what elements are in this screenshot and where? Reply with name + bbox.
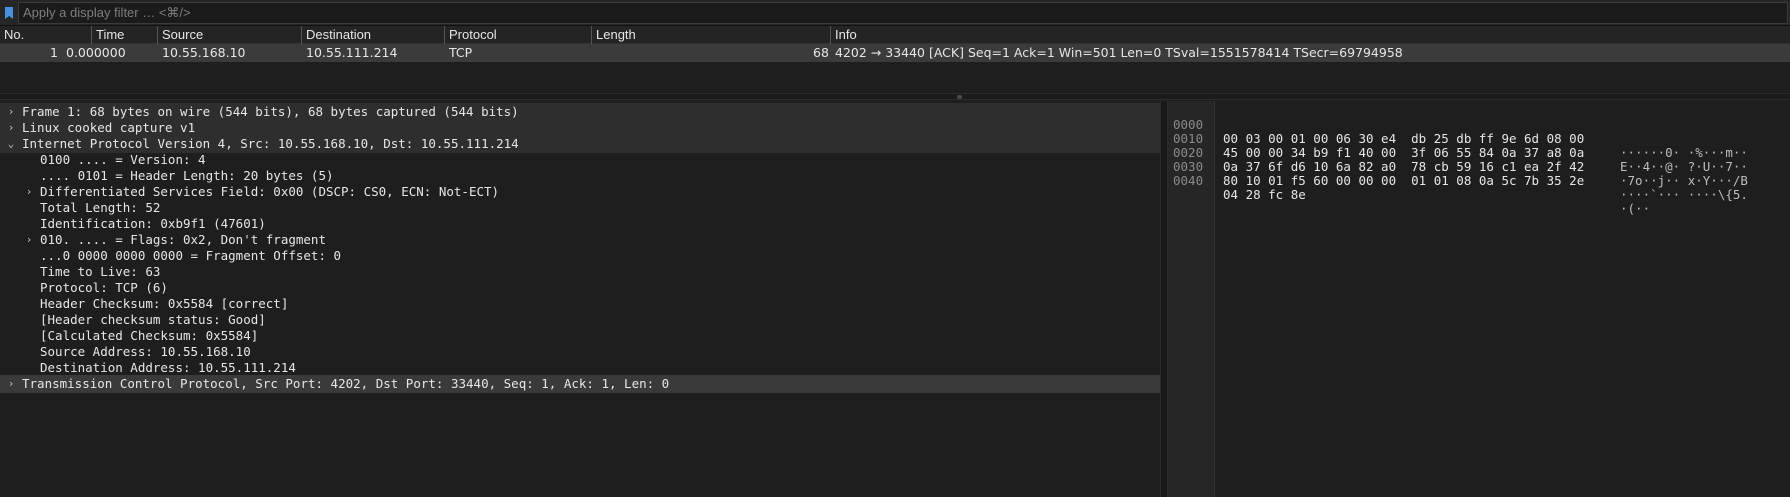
packet-row[interactable]: 1 0.000000 10.55.168.10 10.55.111.214 TC… (0, 44, 1790, 62)
packet-info: 4202 → 33440 [ACK] Seq=1 Ack=1 Win=501 L… (835, 45, 1403, 60)
hex-ascii: ····`··· ····\{5. (1620, 187, 1748, 202)
packet-source: 10.55.168.10 (162, 45, 246, 60)
column-header-no[interactable]: No. (0, 26, 91, 44)
column-header-time[interactable]: Time (91, 26, 157, 44)
display-filter-input[interactable] (18, 1, 1788, 24)
tree-item-label: Transmission Control Protocol, Src Port:… (22, 376, 670, 391)
column-header-length[interactable]: Length (591, 26, 830, 44)
column-header-source[interactable]: Source (157, 26, 301, 44)
hex-bytes: 80 10 01 f5 60 00 00 00 01 01 08 0a 5c 7… (1223, 173, 1585, 188)
pane-splitter[interactable] (0, 93, 1790, 100)
splitter-grip-icon[interactable] (957, 95, 962, 99)
packet-no: 1 (50, 45, 58, 60)
column-header-destination[interactable]: Destination (301, 26, 444, 44)
hex-line[interactable]: 0040 04 28 fc 8e ·(·· (1168, 160, 1790, 216)
hex-line[interactable]: 0020 0a 37 6f d6 10 6a 82 a0 78 cb 59 16… (1168, 132, 1790, 188)
display-filter-bar (0, 0, 1790, 26)
packet-list-header: No. Time Source Destination Protocol Len… (0, 26, 1790, 44)
packet-details-tree: › Frame 1: 68 bytes on wire (544 bits), … (0, 101, 1160, 497)
hex-line[interactable]: 0010 45 00 00 34 b9 f1 40 00 3f 06 55 84… (1168, 118, 1790, 174)
column-header-protocol[interactable]: Protocol (444, 26, 591, 44)
hex-ascii: ·7o··j·· x·Y···/B (1620, 173, 1748, 188)
bookmark-icon[interactable] (0, 0, 18, 26)
packet-time: 0.000000 (66, 45, 126, 60)
vertical-pane-splitter[interactable] (1160, 101, 1168, 497)
hex-ascii: ·(·· (1620, 201, 1651, 216)
packet-protocol: TCP (449, 45, 473, 60)
packet-destination: 10.55.111.214 (306, 45, 398, 60)
expand-arrow-icon[interactable]: › (4, 375, 18, 393)
packet-bytes-pane: 0000 00 03 00 01 00 06 30 e4 db 25 db ff… (1168, 101, 1790, 497)
hex-line[interactable]: 0000 00 03 00 01 00 06 30 e4 db 25 db ff… (1168, 104, 1790, 160)
packet-list: No. Time Source Destination Protocol Len… (0, 26, 1790, 96)
packet-length: 68 (813, 45, 829, 60)
hex-offset: 0040 (1173, 173, 1204, 188)
hex-bytes: 04 28 fc 8e (1223, 187, 1306, 202)
column-header-info[interactable]: Info (830, 26, 1790, 44)
tree-item-tcp[interactable]: › Transmission Control Protocol, Src Por… (0, 375, 1160, 393)
hex-line[interactable]: 0030 80 10 01 f5 60 00 00 00 01 01 08 0a… (1168, 146, 1790, 202)
